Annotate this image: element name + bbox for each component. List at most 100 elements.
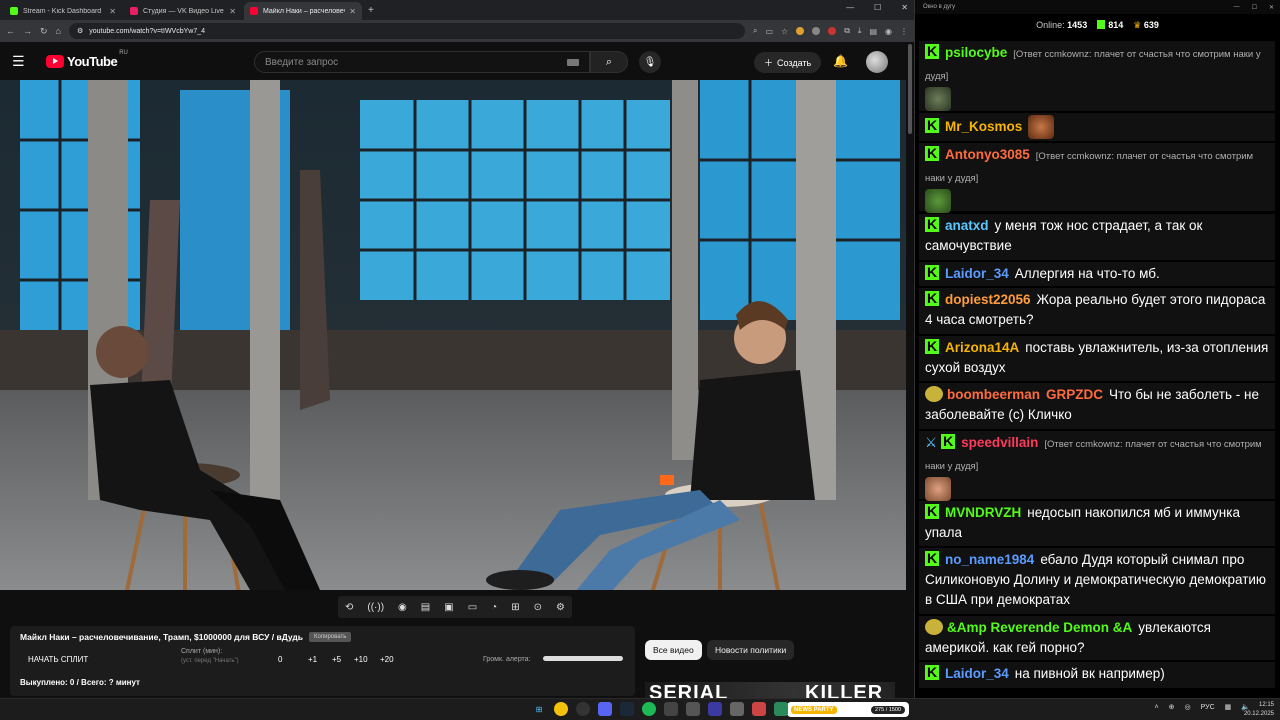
app-icon[interactable]: [752, 702, 766, 716]
copy-button[interactable]: Копировать: [309, 632, 352, 642]
clock[interactable]: 12:15 20.12.2025: [1244, 701, 1274, 719]
forward-icon[interactable]: →: [23, 26, 32, 36]
chip-all-videos[interactable]: Все видео: [645, 640, 702, 660]
zoom-icon[interactable]: ⌕: [753, 26, 757, 36]
voice-search-button[interactable]: 🎙: [639, 51, 661, 73]
new-tab-button[interactable]: +: [368, 2, 374, 20]
kick-icon: [1097, 20, 1106, 29]
eye-icon[interactable]: ◉: [398, 602, 407, 613]
alert-volume-slider[interactable]: [543, 656, 623, 661]
minimize-icon[interactable]: —: [1234, 4, 1240, 11]
page-scrollbar[interactable]: [906, 42, 914, 698]
picture-in-picture-icon[interactable]: ▣: [444, 602, 453, 613]
puzzle-icon[interactable]: ⧉: [844, 26, 850, 36]
minimize-icon[interactable]: —: [846, 3, 854, 12]
download-icon[interactable]: ⤓: [858, 26, 862, 36]
tab-vk-studio[interactable]: Студия — VK Видео Live ✕: [124, 2, 242, 20]
video-player[interactable]: [0, 80, 906, 590]
tab-close-icon[interactable]: ✕: [229, 7, 236, 16]
site-info-icon[interactable]: ⚙: [77, 27, 83, 35]
url-field[interactable]: ⚙ youtube.com/watch?v=tIWVcbYw7_4: [68, 23, 745, 39]
avatar[interactable]: [866, 51, 888, 73]
windows-start-icon[interactable]: ⊞: [532, 702, 546, 716]
settings-gear-icon[interactable]: ⚙: [556, 602, 565, 613]
create-button[interactable]: ＋ Создать: [754, 52, 822, 73]
network-icon[interactable]: ▦: [1225, 703, 1232, 711]
broadcast-icon[interactable]: ((·)): [367, 602, 384, 613]
start-split-button[interactable]: НАЧАТЬ СПЛИТ: [28, 655, 88, 664]
search-button[interactable]: ⌕: [590, 51, 628, 73]
split-plus-20-button[interactable]: +20: [380, 655, 394, 664]
home-icon[interactable]: ⌂: [56, 26, 61, 36]
app-icon[interactable]: [730, 702, 744, 716]
tab-close-icon[interactable]: ✕: [349, 7, 356, 16]
tray-chevron-icon[interactable]: ˄: [1155, 704, 1159, 711]
chat-message[interactable]: boombeerman GRPZDC Что бы не заболеть - не…: [919, 383, 1275, 429]
close-icon[interactable]: ✕: [901, 3, 908, 12]
sidebar-icon[interactable]: ▤: [869, 27, 877, 36]
tab-close-icon[interactable]: ✕: [109, 7, 116, 16]
chat-message[interactable]: &Amp Reverende Demon &A увлекаются америк…: [919, 616, 1275, 660]
language-indicator[interactable]: РУС: [1201, 704, 1215, 711]
tab-kick-dashboard[interactable]: Stream - Kick Dashboard ✕: [4, 2, 122, 20]
extension-icon[interactable]: [828, 27, 837, 35]
screenshot-icon[interactable]: ⊙: [534, 602, 542, 613]
scrollbar-thumb[interactable]: [908, 44, 912, 134]
split-plus-10-button[interactable]: +10: [354, 655, 368, 664]
chat-message[interactable]: Arizona14Aпоставь увлажнитель, из-за ото…: [919, 336, 1275, 381]
extensions-area: ⌕ ▭ ☆ ⧉ ⤓ ▤ ◉ ⋮: [753, 26, 908, 36]
maximize-icon[interactable]: ☐: [1252, 4, 1257, 11]
chat-message[interactable]: Antonyo3085[Ответ ccmkownz: плачет от сч…: [919, 143, 1275, 213]
split-panel: Майкл Наки – расчеловечивание, Трамп, $1…: [10, 626, 635, 696]
chat-message[interactable]: Laidor_34 Аллергия на что-то мб.: [919, 262, 1275, 286]
recommended-video-thumbnail[interactable]: SERIAL KILLER: [645, 682, 895, 698]
add-clip-icon[interactable]: ⊞: [511, 602, 519, 613]
chat-message[interactable]: anatxdу меня тож нос страдает, а так ок …: [919, 214, 1275, 260]
loop-icon[interactable]: ⟲: [345, 602, 353, 613]
tab-youtube[interactable]: Майкл Наки – расчеловечи ✕: [244, 2, 362, 20]
notifications-bell-icon[interactable]: 🔔: [833, 54, 848, 68]
kick-badge-icon: [925, 548, 939, 568]
kick-badge-icon: [941, 431, 956, 451]
theater-icon[interactable]: ▭: [468, 602, 477, 613]
chat-message[interactable]: MVNDRVZHнедосып накопился мб и иммунка у…: [919, 501, 1275, 546]
obs-icon[interactable]: [576, 702, 590, 716]
maximize-icon[interactable]: ☐: [874, 3, 881, 12]
cast-icon[interactable]: ▭: [765, 27, 773, 36]
steam-icon[interactable]: [620, 702, 634, 716]
youtube-logo[interactable]: YouTube RU: [46, 50, 128, 69]
chat-message[interactable]: Mr_Kosmos: [919, 113, 1275, 141]
chip-politics-news[interactable]: Новости политики: [707, 640, 795, 660]
chat-message[interactable]: ⚔speedvillain[Ответ ccmkownz: плачет от …: [919, 431, 1275, 501]
hamburger-menu-icon[interactable]: ☰: [12, 53, 34, 70]
media-player-icon[interactable]: [708, 702, 722, 716]
app-icon[interactable]: [774, 702, 788, 716]
keyboard-icon[interactable]: [567, 58, 579, 66]
tray-app-icon[interactable]: ◎: [1185, 703, 1191, 711]
profile-icon[interactable]: ◉: [885, 27, 892, 36]
search-input[interactable]: Введите запрос: [254, 51, 590, 73]
chat-message[interactable]: psilocybe[Ответ ccmkownz: плачет от счас…: [919, 41, 1275, 111]
app-icon[interactable]: [664, 702, 678, 716]
chat-message[interactable]: Laidor_34 на пивной вк например): [919, 662, 1275, 688]
app-icon[interactable]: [686, 702, 700, 716]
discord-icon[interactable]: [598, 702, 612, 716]
star-icon[interactable]: ☆: [781, 27, 788, 36]
menu-icon[interactable]: ⋮: [900, 27, 908, 36]
chat-message[interactable]: no_name1984ебало Дудя который снимал про…: [919, 548, 1275, 614]
extension-icon[interactable]: [812, 27, 821, 35]
clapper-icon[interactable]: ▤: [421, 602, 430, 613]
chrome-icon[interactable]: [554, 702, 568, 716]
chat-message[interactable]: dopiest22056Жора реально будет этого пид…: [919, 288, 1275, 334]
back-icon[interactable]: ←: [6, 26, 15, 36]
alert-volume-label: Громк. алерта:: [483, 655, 531, 663]
split-plus-1-button[interactable]: +1: [308, 655, 317, 664]
reload-icon[interactable]: ↻: [40, 26, 48, 37]
spotify-icon[interactable]: [642, 702, 656, 716]
split-plus-5-button[interactable]: +5: [332, 655, 341, 664]
speed-icon[interactable]: ◔: [491, 602, 497, 613]
extension-icon[interactable]: [796, 27, 805, 35]
tray-app-icon[interactable]: ⊕: [1169, 703, 1175, 711]
kick-event-widget[interactable]: NEWS PARTY 275 / 1500: [787, 702, 909, 717]
close-icon[interactable]: ✕: [1269, 4, 1274, 11]
